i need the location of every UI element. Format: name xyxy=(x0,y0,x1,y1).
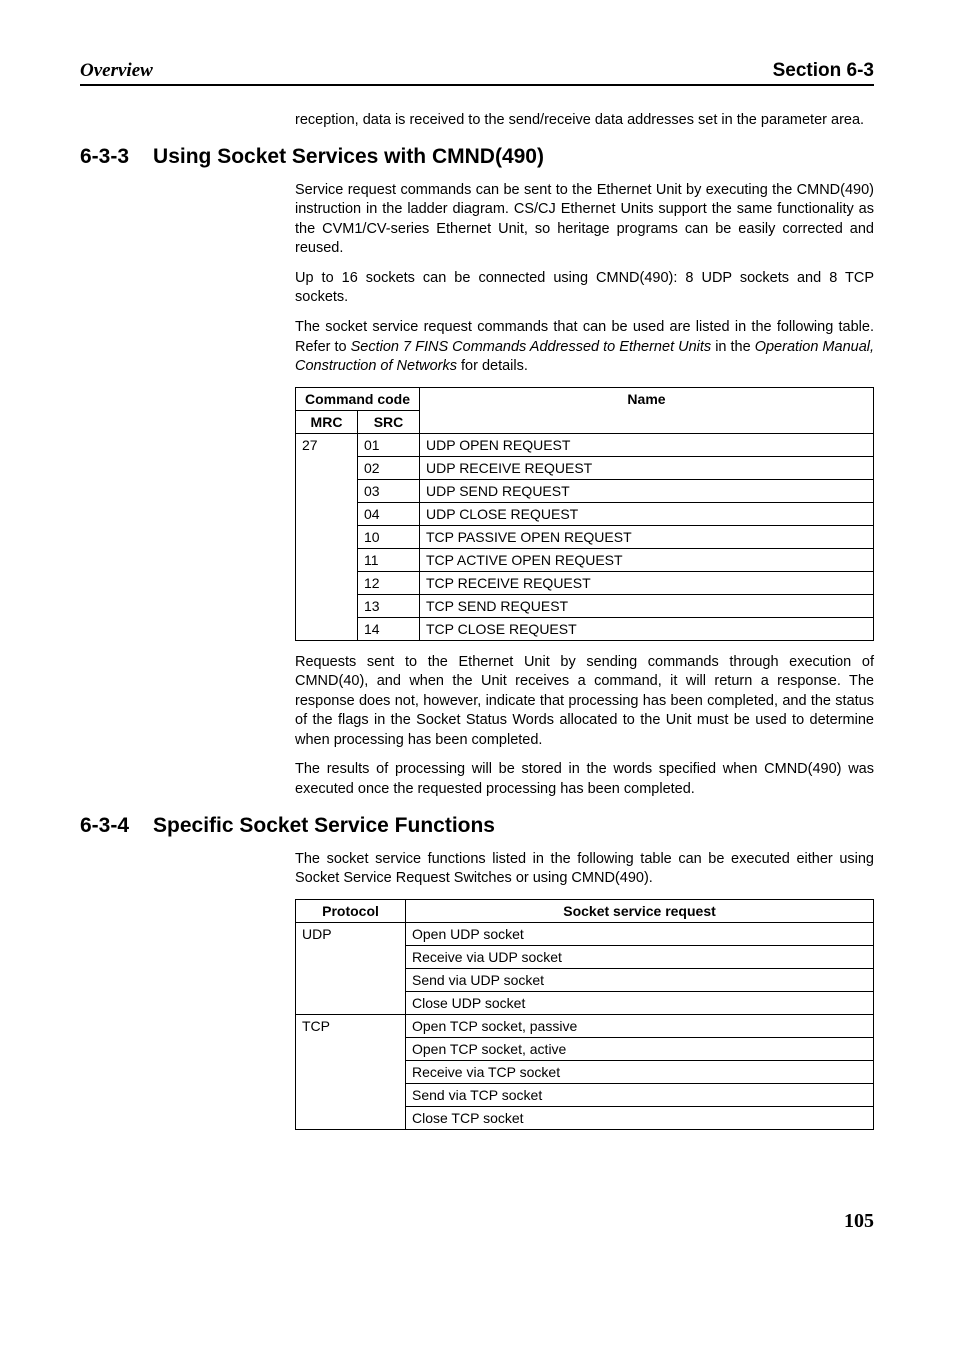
cell-mrc: 27 xyxy=(296,433,358,640)
header-section-name: Overview xyxy=(80,60,153,82)
th-protocol: Protocol xyxy=(296,899,406,922)
cell-name: UDP SEND REQUEST xyxy=(420,479,874,502)
cell-src: 04 xyxy=(358,502,420,525)
cell-request: Receive via TCP socket xyxy=(406,1060,874,1083)
table-row: UDP Open UDP socket xyxy=(296,922,874,945)
table-row: 14 TCP CLOSE REQUEST xyxy=(296,617,874,640)
cell-request: Close UDP socket xyxy=(406,991,874,1014)
cell-protocol: UDP xyxy=(296,922,406,1014)
section-title: Using Socket Services with CMND(490) xyxy=(153,145,544,169)
s633-p3c: in the xyxy=(711,339,755,355)
cell-request: Send via UDP socket xyxy=(406,968,874,991)
section-title: Specific Socket Service Functions xyxy=(153,814,495,838)
cell-name: UDP RECEIVE REQUEST xyxy=(420,456,874,479)
s633-p1: Service request commands can be sent to … xyxy=(295,181,874,259)
th-request: Socket service request xyxy=(406,899,874,922)
cell-src: 03 xyxy=(358,479,420,502)
command-code-table: Command code Name MRC SRC 27 01 UDP OPEN… xyxy=(295,387,874,641)
cell-name: TCP PASSIVE OPEN REQUEST xyxy=(420,525,874,548)
cell-name: TCP SEND REQUEST xyxy=(420,594,874,617)
cell-request: Close TCP socket xyxy=(406,1106,874,1129)
th-mrc: MRC xyxy=(296,410,358,433)
s633-p5: The results of processing will be stored… xyxy=(295,760,874,799)
cell-src: 13 xyxy=(358,594,420,617)
section-number: 6-3-4 xyxy=(80,814,129,838)
protocol-table: Protocol Socket service request UDP Open… xyxy=(295,899,874,1130)
cell-src: 14 xyxy=(358,617,420,640)
page-header: Overview Section 6-3 xyxy=(80,60,874,86)
table-row: 02 UDP RECEIVE REQUEST xyxy=(296,456,874,479)
cell-request: Open TCP socket, active xyxy=(406,1037,874,1060)
table-row: 11 TCP ACTIVE OPEN REQUEST xyxy=(296,548,874,571)
cell-src: 01 xyxy=(358,433,420,456)
cell-name: UDP OPEN REQUEST xyxy=(420,433,874,456)
cell-src: 10 xyxy=(358,525,420,548)
cell-name: TCP ACTIVE OPEN REQUEST xyxy=(420,548,874,571)
table-row: 10 TCP PASSIVE OPEN REQUEST xyxy=(296,525,874,548)
section-number: 6-3-3 xyxy=(80,145,129,169)
intro-paragraph: reception, data is received to the send/… xyxy=(295,111,874,131)
page-number: 105 xyxy=(80,1210,874,1233)
th-src: SRC xyxy=(358,410,420,433)
header-section-number: Section 6-3 xyxy=(773,60,874,82)
th-name: Name xyxy=(420,387,874,433)
s633-p3b: Section 7 FINS Commands Addressed to Eth… xyxy=(351,339,712,355)
cell-protocol: TCP xyxy=(296,1014,406,1129)
s633-p2: Up to 16 sockets can be connected using … xyxy=(295,269,874,308)
cell-request: Send via TCP socket xyxy=(406,1083,874,1106)
table-row: TCP Open TCP socket, passive xyxy=(296,1014,874,1037)
cell-request: Open UDP socket xyxy=(406,922,874,945)
s633-p3: The socket service request commands that… xyxy=(295,318,874,377)
table-row: 12 TCP RECEIVE REQUEST xyxy=(296,571,874,594)
table-row: 13 TCP SEND REQUEST xyxy=(296,594,874,617)
cell-src: 02 xyxy=(358,456,420,479)
cell-name: UDP CLOSE REQUEST xyxy=(420,502,874,525)
section-heading-634: 6-3-4 Specific Socket Service Functions xyxy=(80,814,874,838)
th-command-code: Command code xyxy=(296,387,420,410)
s634-p1: The socket service functions listed in t… xyxy=(295,850,874,889)
table-row: 27 01 UDP OPEN REQUEST xyxy=(296,433,874,456)
table-row: 03 UDP SEND REQUEST xyxy=(296,479,874,502)
cell-src: 12 xyxy=(358,571,420,594)
table-row: 04 UDP CLOSE REQUEST xyxy=(296,502,874,525)
section-heading-633: 6-3-3 Using Socket Services with CMND(49… xyxy=(80,145,874,169)
cell-request: Open TCP socket, passive xyxy=(406,1014,874,1037)
cell-request: Receive via UDP socket xyxy=(406,945,874,968)
cell-src: 11 xyxy=(358,548,420,571)
s633-p3e: for details. xyxy=(457,358,528,374)
cell-name: TCP CLOSE REQUEST xyxy=(420,617,874,640)
s633-p4: Requests sent to the Ethernet Unit by se… xyxy=(295,653,874,751)
cell-name: TCP RECEIVE REQUEST xyxy=(420,571,874,594)
